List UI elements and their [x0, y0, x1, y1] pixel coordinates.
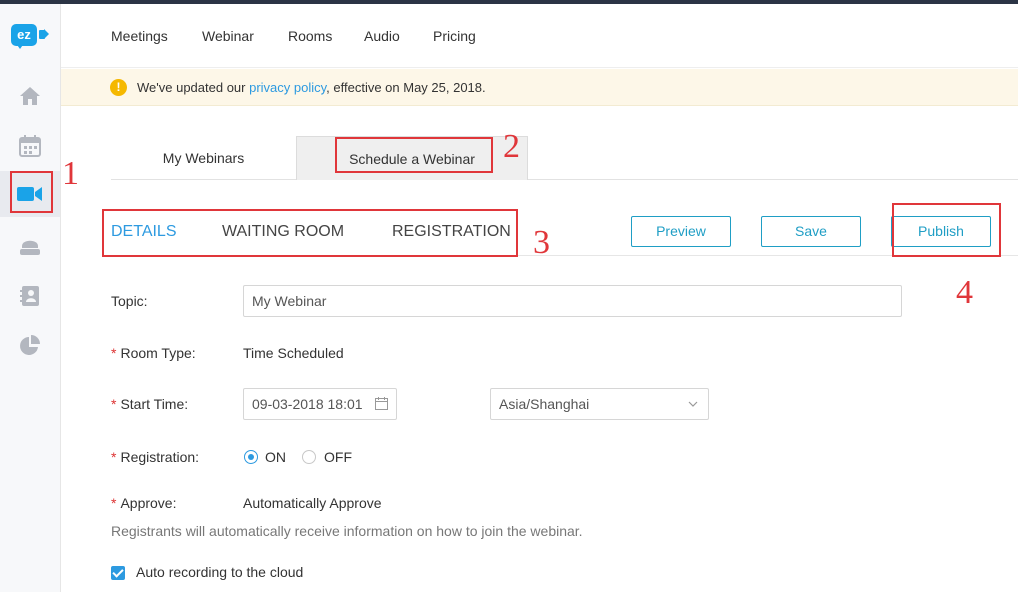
tab-my-webinars[interactable]: My Webinars: [111, 136, 296, 180]
topic-label: Topic:: [111, 293, 148, 309]
home-icon: [20, 87, 40, 105]
warning-icon: !: [110, 79, 127, 96]
save-button[interactable]: Save: [761, 216, 861, 247]
annotation-box-3: [102, 209, 518, 257]
annotation-number-1: 1: [62, 155, 79, 192]
annotation-box-2: [335, 137, 493, 173]
annotation-number-3: 3: [533, 224, 550, 261]
annotation-number-2: 2: [503, 128, 520, 165]
sidebar: ez: [0, 4, 61, 592]
logo-camera-icon: [39, 30, 45, 39]
pie-chart-icon: [20, 335, 40, 355]
calendar-icon: [375, 397, 388, 410]
room-type-label: * Room Type:: [111, 345, 196, 361]
sidebar-item-home[interactable]: [0, 73, 60, 119]
start-time-label: * Start Time:: [111, 396, 189, 412]
nav-pricing[interactable]: Pricing: [433, 28, 476, 44]
annotation-box-1: [10, 171, 53, 213]
preview-button[interactable]: Preview: [631, 216, 731, 247]
webinar-tabs: My Webinars Schedule a Webinar: [111, 136, 1018, 180]
registration-label: * Registration:: [111, 449, 200, 465]
topic-input[interactable]: My Webinar: [243, 285, 902, 317]
notice-text: We've updated our privacy policy, effect…: [137, 80, 486, 95]
approve-label: * Approve:: [111, 495, 177, 511]
privacy-notice-banner: ! We've updated our privacy policy, effe…: [61, 69, 1018, 106]
auto-recording-label[interactable]: Auto recording to the cloud: [136, 564, 303, 580]
room-type-value: Time Scheduled: [243, 345, 344, 361]
sidebar-item-calendar[interactable]: [0, 123, 60, 169]
approve-help-text: Registrants will automatically receive i…: [111, 523, 583, 539]
annotation-number-4: 4: [956, 274, 973, 311]
registration-on-radio[interactable]: [244, 450, 258, 464]
approve-value: Automatically Approve: [243, 495, 382, 511]
top-navigation: Meetings Webinar Rooms Audio Pricing: [61, 4, 1018, 68]
registration-off-label[interactable]: OFF: [324, 449, 352, 465]
start-time-input[interactable]: 09-03-2018 18:01: [243, 388, 397, 420]
calendar-icon: [19, 135, 41, 157]
nav-meetings[interactable]: Meetings: [111, 28, 168, 44]
app-logo[interactable]: ez: [11, 24, 47, 54]
annotation-box-4: [892, 203, 1001, 257]
timezone-select[interactable]: Asia/Shanghai: [490, 388, 709, 420]
registration-off-radio[interactable]: [302, 450, 316, 464]
registration-on-label[interactable]: ON: [265, 449, 286, 465]
privacy-policy-link[interactable]: privacy policy: [249, 80, 326, 95]
contacts-icon: [20, 286, 39, 306]
sidebar-item-reports[interactable]: [0, 323, 60, 369]
sidebar-item-contacts[interactable]: [0, 273, 60, 319]
sidebar-item-rooms[interactable]: [0, 223, 60, 269]
auto-recording-checkbox[interactable]: [111, 566, 125, 580]
nav-rooms[interactable]: Rooms: [288, 28, 332, 44]
chevron-down-icon: [688, 401, 698, 407]
nav-audio[interactable]: Audio: [364, 28, 400, 44]
nav-webinar[interactable]: Webinar: [202, 28, 254, 44]
meeting-room-icon: [20, 240, 40, 255]
